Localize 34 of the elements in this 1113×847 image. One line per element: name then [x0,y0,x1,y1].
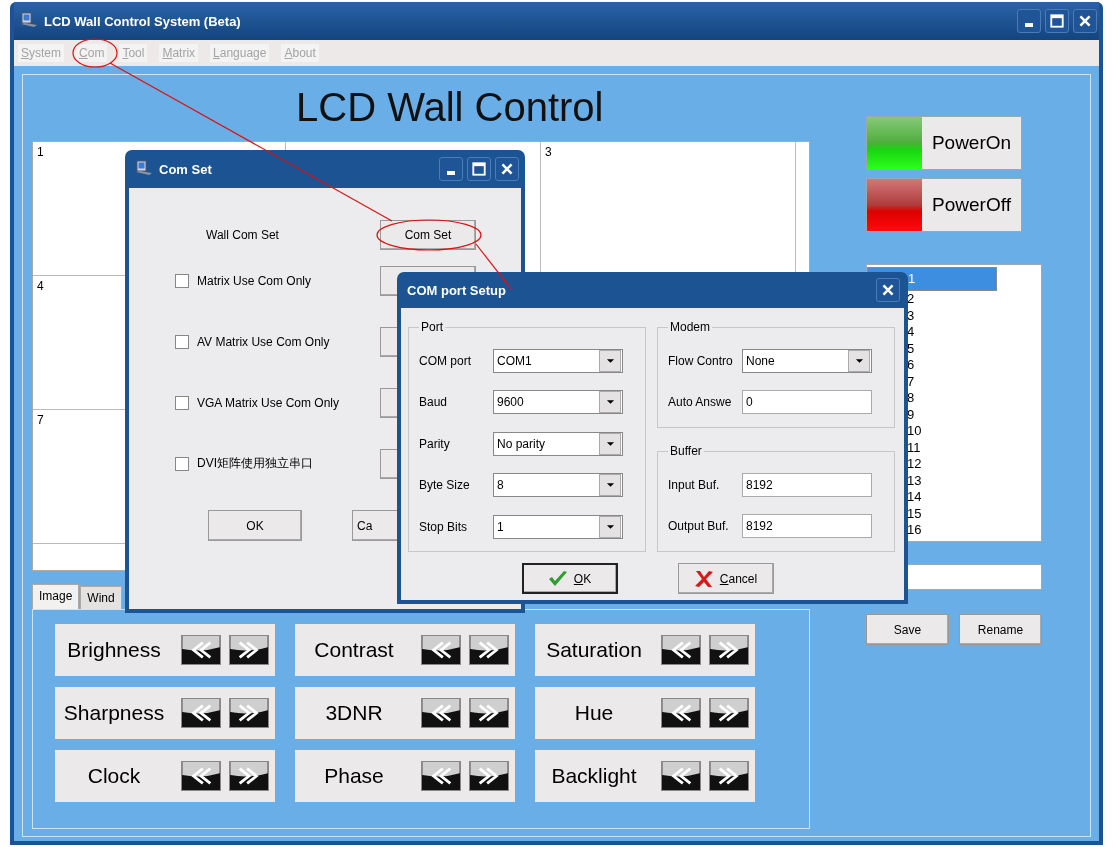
field-label: Flow Contro [668,353,734,368]
adjustment-label: Phase [323,764,385,788]
screen-number: 3 [545,145,552,159]
screen-number: 4 [37,279,44,293]
adjustment-label: Hue [573,701,615,725]
field-label: Parity [419,436,451,451]
option-label: Matrix Use Com Only [197,273,312,288]
dialog-title: Com Set [159,161,213,177]
adjustment-label: Backlight [550,764,638,788]
option-label: AV Matrix Use Com Only [197,334,330,349]
field-label: Auto Answe [668,395,733,410]
dialog-title: COM port Setup [407,282,507,298]
adjustment-label: Contrast [313,638,395,662]
adjustment-label: Sharpness [62,701,166,725]
group-title: Buffer [669,444,703,458]
adjustment-label: Saturation [545,638,643,662]
window-title: LCD Wall Control System (Beta) [44,13,242,29]
field-label: Input Buf. [668,477,721,492]
field-label: COM port [419,353,472,368]
wall-com-label: Wall Com Set [205,228,279,242]
field-label: Byte Size [419,478,471,493]
app-heading: LCD Wall Control [295,84,605,131]
screen-number: 7 [37,413,44,427]
adjustment-label: Clock [86,764,142,788]
group-title: Modem [669,320,711,334]
option-label: VGA Matrix Use Com Only [197,395,340,410]
group-title: Port [420,320,444,334]
adjustment-label: 3DNR [324,701,384,725]
field-label: Stop Bits [419,519,469,534]
adjustment-label: Brighness [66,638,162,662]
field-label: Output Buf. [668,519,730,534]
screen-number: 1 [37,145,44,159]
option-label: DVI矩阵使用独立串口 [197,455,313,472]
field-label: Baud [419,395,449,410]
